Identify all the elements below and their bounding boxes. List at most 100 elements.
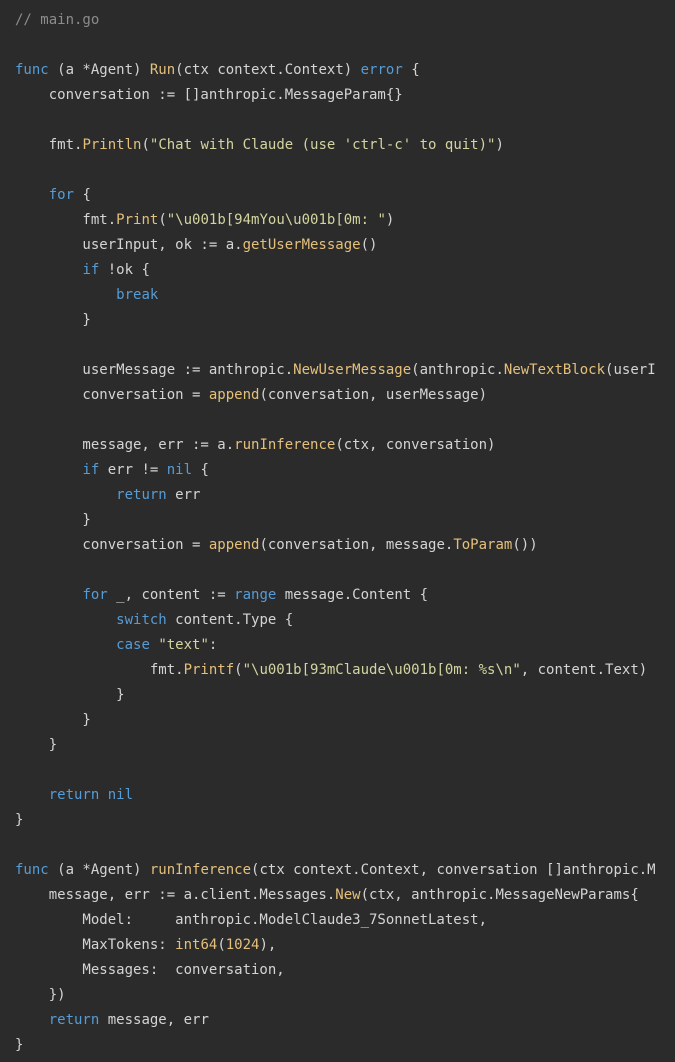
code-block[interactable]: // main.go func (a *Agent) Run(ctx conte… [15, 8, 675, 1058]
code-line: conversation = append(conversation, mess… [15, 533, 675, 558]
code-line: for { [15, 183, 675, 208]
code-token-plain: Messages: conversation, [15, 962, 285, 978]
code-token-plain: content.Type { [166, 612, 294, 628]
code-token-function: NewTextBlock [503, 362, 606, 378]
code-token-plain: () [360, 237, 378, 253]
code-line: func (a *Agent) runInference(ctx context… [15, 858, 675, 883]
code-token-function: getUserMessage [242, 237, 361, 253]
code-line: switch content.Type { [15, 608, 675, 633]
code-token-plain: ), [259, 937, 277, 953]
code-line: // main.go [15, 8, 675, 33]
code-token-plain: } [15, 312, 91, 328]
code-token-plain: } [15, 512, 91, 528]
code-token-keyword: nil [107, 787, 134, 803]
code-line: Messages: conversation, [15, 958, 675, 983]
code-token-plain: message, err := a.client.Messages. [15, 887, 336, 903]
code-token-function: Printf [183, 662, 235, 678]
code-line: conversation := []anthropic.MessageParam… [15, 83, 675, 108]
code-token-function: runInference [149, 862, 252, 878]
code-line: } [15, 708, 675, 733]
code-line: func (a *Agent) Run(ctx context.Context)… [15, 58, 675, 83]
code-token-keyword: for [82, 587, 108, 603]
code-token-function: Print [116, 212, 159, 228]
code-token-plain: conversation = [15, 537, 209, 553]
code-token-plain: (ctx, anthropic.MessageNewParams{ [360, 887, 639, 903]
code-token-string: "Chat with Claude (use 'ctrl-c' to quit)… [149, 137, 496, 153]
code-token-keyword: switch [116, 612, 167, 628]
code-token-keyword: break [116, 287, 159, 303]
code-token-plain: : [208, 637, 218, 653]
code-token-plain: MaxTokens: [15, 937, 176, 953]
code-line: return err [15, 483, 675, 508]
code-token-function: append [208, 387, 260, 403]
code-token-string: "\u001b[94mYou\u001b[0m: " [166, 212, 386, 228]
code-token-keyword: for [48, 187, 75, 203]
code-token-plain: !ok { [99, 262, 150, 278]
code-line: } [15, 808, 675, 833]
code-line: } [15, 308, 675, 333]
code-token-function: Run [149, 62, 176, 78]
code-token-plain: { [402, 62, 420, 78]
code-editor[interactable]: // main.go func (a *Agent) Run(ctx conte… [0, 0, 675, 1062]
code-token-plain: ()) [512, 537, 538, 553]
code-token-function: runInference [234, 437, 336, 453]
code-token-plain: conversation := []anthropic.MessageParam… [15, 87, 403, 103]
code-line: case "text": [15, 633, 675, 658]
code-line: message, err := a.client.Messages.New(ct… [15, 883, 675, 908]
code-line: break [15, 283, 675, 308]
code-token-plain: message, err := a. [15, 437, 235, 453]
code-token-plain: message.Content { [276, 587, 429, 603]
code-token-plain: (anthropic. [411, 362, 504, 378]
code-token-plain: _, content := [107, 587, 235, 603]
code-line: } [15, 733, 675, 758]
code-token-plain: fmt. [15, 662, 184, 678]
code-token-plain: (ctx context.Context, conversation []ant… [251, 862, 656, 878]
code-line: if err != nil { [15, 458, 675, 483]
code-token-plain: (userI [605, 362, 656, 378]
code-token-plain: (a *Agent) [48, 862, 150, 878]
code-token-keyword: if [82, 262, 100, 278]
code-token-keyword: func [15, 862, 49, 878]
code-line: } [15, 683, 675, 708]
code-token-plain: } [15, 737, 58, 753]
code-token-function: ToParam [453, 537, 513, 553]
code-line: return nil [15, 783, 675, 808]
code-token-plain: { [74, 187, 91, 203]
code-token-plain: ) [385, 212, 395, 228]
code-token-keyword: error [360, 62, 403, 78]
code-token-plain: } [15, 687, 125, 703]
code-line: fmt.Print("\u001b[94mYou\u001b[0m: ") [15, 208, 675, 233]
code-token-comment: // main.go [15, 12, 100, 28]
code-token-plain: (conversation, message. [259, 537, 454, 553]
code-line: userMessage := anthropic.NewUserMessage(… [15, 358, 675, 383]
code-token-plain: } [15, 712, 91, 728]
code-token-keyword: return [48, 787, 100, 803]
code-token-plain: ( [158, 212, 167, 228]
code-token-plain: Model: anthropic.ModelClaude3_7SonnetLat… [15, 912, 488, 928]
code-line: if !ok { [15, 258, 675, 283]
code-token-plain: } [15, 1037, 24, 1053]
code-line: return message, err [15, 1008, 675, 1033]
code-line: userInput, ok := a.getUserMessage() [15, 233, 675, 258]
code-token-keyword: case [116, 637, 150, 653]
code-line: message, err := a.runInference(ctx, conv… [15, 433, 675, 458]
code-token-plain: err != [99, 462, 167, 478]
code-token-keyword: return [116, 487, 167, 503]
code-line: fmt.Println("Chat with Claude (use 'ctrl… [15, 133, 675, 158]
code-token-number: 1024 [225, 937, 260, 953]
code-token-plain: ( [234, 662, 243, 678]
code-token-plain: ) [495, 137, 504, 153]
code-line: for _, content := range message.Content … [15, 583, 675, 608]
